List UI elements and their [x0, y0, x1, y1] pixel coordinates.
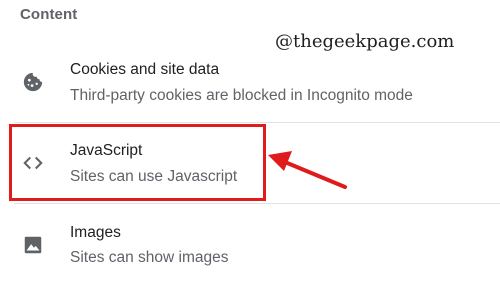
settings-item-title: Cookies and site data [70, 61, 220, 78]
highlight-box [9, 124, 266, 201]
cookie-icon [22, 71, 44, 93]
settings-item-subtitle: Sites can show images [70, 249, 229, 266]
settings-item-title: Images [70, 224, 121, 241]
image-icon [22, 234, 44, 256]
settings-item-subtitle: Third-party cookies are blocked in Incog… [70, 87, 413, 104]
arrow-annotation-icon [268, 151, 347, 189]
content-settings-page: Content @thegeekpage.com Cookies and sit… [0, 0, 500, 282]
settings-item-images[interactable]: Images Sites can show images [0, 204, 500, 282]
settings-item-cookies[interactable]: Cookies and site data Third-party cookie… [0, 43, 500, 123]
section-title: Content [20, 6, 78, 23]
